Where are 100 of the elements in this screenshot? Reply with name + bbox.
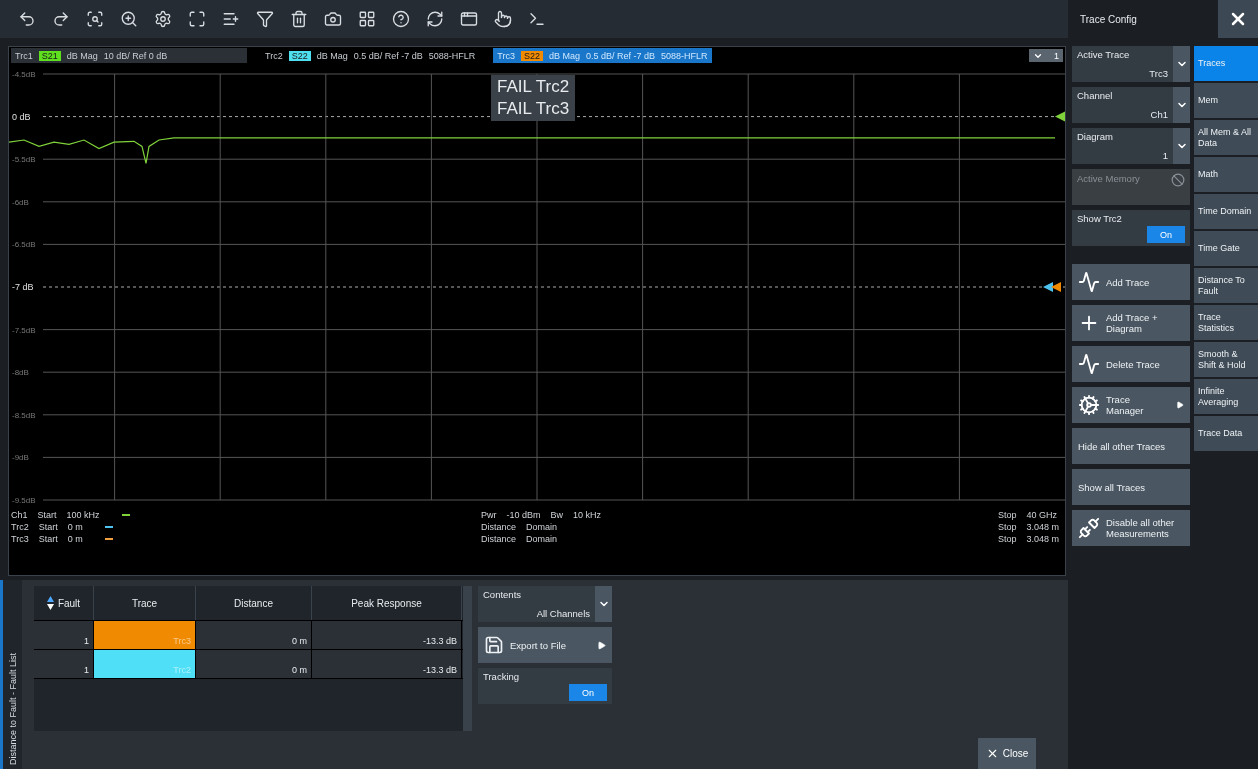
trace-format: dB Mag (316, 50, 348, 61)
stop-value: 3.048 m (1026, 534, 1059, 544)
toggle-switch[interactable]: On (1147, 226, 1185, 243)
softkey[interactable]: Math (1194, 157, 1258, 192)
trace-name: Trc1 (15, 50, 33, 61)
trace-tag[interactable]: Trc3 S22 dB Mag 0.5 dB/ Ref -7 dB 5088-HFLR (493, 48, 712, 63)
grid-label: -7 dB (12, 282, 34, 292)
dropdown-label: Channel (1077, 90, 1114, 101)
table-cell: -13.3 dB (312, 621, 462, 649)
table-cell: 1 (34, 650, 94, 678)
toggle-switch[interactable]: On (569, 684, 607, 701)
grid-label: -9.5dB (12, 496, 36, 505)
vertical-tab[interactable]: Distance to Fault - Fault List (0, 580, 22, 769)
trace-parameter: S22 (520, 50, 543, 61)
grid-label: -8dB (12, 368, 29, 378)
grid-label: -5.5dB (12, 155, 36, 165)
dropdown-label: Diagram (1077, 131, 1114, 142)
start-label: Start (38, 522, 58, 532)
start-value: 0 m (67, 522, 83, 532)
trace-format: dB Mag (66, 50, 98, 61)
table-cell: -13.3 dB (312, 650, 462, 678)
stop-value: 3.048 m (1026, 522, 1059, 532)
sweep-info: -10 dBm (506, 510, 541, 520)
close-button[interactable] (1218, 0, 1258, 38)
action-button[interactable]: Delete Trace (1072, 346, 1190, 382)
disabled-control: Active Memory (1072, 169, 1190, 205)
softkey[interactable]: All Mem & All Data (1194, 120, 1258, 155)
trace-scale: 0.5 dB/ Ref -7 dB (353, 50, 423, 61)
softkey[interactable]: Time Gate (1194, 231, 1258, 266)
trace-parameter: S21 (38, 50, 61, 61)
sweep-info: Distance (481, 534, 516, 544)
stop-label: Stop (997, 534, 1017, 544)
trace-tag[interactable]: Trc1 S21 dB Mag 10 dB/ Ref 0 dB (11, 48, 247, 63)
contents-dropdown[interactable]: Contents All Channels (478, 586, 612, 622)
trace-scale: 0.5 dB/ Ref -7 dB (586, 50, 656, 61)
dropdown-value: Ch1 (1150, 109, 1168, 120)
stop-label: Stop (997, 522, 1017, 532)
scrollbar[interactable] (463, 586, 472, 731)
sweep-info: Domain (526, 522, 558, 532)
start-label: Start (38, 534, 58, 544)
action-button[interactable]: Trace Manager (1072, 387, 1190, 423)
action-button[interactable]: Add Trace (1072, 264, 1190, 300)
softkey[interactable]: Time Domain (1194, 194, 1258, 229)
sweep-info: Domain (526, 534, 558, 544)
trace-tag[interactable]: Trc2 S22 dB Mag 0.5 dB/ Ref -7 dB 5088-HFLR (261, 48, 480, 63)
softkey[interactable]: Distance To Fault (1194, 268, 1258, 303)
softkey[interactable]: Mem (1194, 83, 1258, 118)
dropdown-value: Trc3 (1149, 68, 1168, 79)
dropdown-value: All Channels (536, 608, 590, 619)
toggle-label: Tracking (483, 671, 520, 684)
channel-label: Trc3 (11, 534, 29, 544)
toggle-label: Show Trc2 (1077, 213, 1122, 226)
start-label: Start (37, 510, 57, 520)
action-button[interactable]: Disable all other Measurements (1072, 510, 1190, 546)
channel-label: Trc2 (11, 522, 29, 532)
trace-format: dB Mag (549, 50, 580, 61)
save-icon (484, 635, 504, 655)
trace-name: Trc3 (497, 50, 515, 61)
trace-cell: Trc3 (94, 621, 196, 649)
play-icon (597, 640, 606, 650)
dropdown-value: 1 (1162, 150, 1168, 161)
sweep-info: Pwr (481, 510, 497, 520)
grid-label: -6dB (12, 197, 29, 207)
close-button[interactable]: Close (978, 738, 1036, 769)
softkey[interactable]: Traces (1194, 46, 1258, 81)
grid-label: -8.5dB (12, 410, 36, 420)
grid-label: -4.5dB (12, 70, 36, 79)
action-button[interactable]: Show all Traces (1072, 469, 1190, 505)
trace-scale: 10 dB/ Ref 0 dB (103, 50, 168, 61)
gear-icon (1078, 394, 1100, 416)
sort-icon (46, 596, 54, 610)
export-button[interactable]: Export to File (478, 627, 612, 663)
panel-title: Trace Config (1079, 13, 1138, 25)
softkey[interactable]: Infinite Averaging (1194, 379, 1258, 414)
channel-label: Ch1 (11, 510, 28, 520)
dropdown-label: Active Trace (1077, 49, 1131, 60)
reference-marker (1051, 282, 1061, 292)
trace-name: Trc2 (265, 50, 283, 61)
softkey[interactable]: Trace Statistics (1194, 305, 1258, 340)
dropdown[interactable]: Diagram 1 (1072, 128, 1190, 164)
fail-label: FAIL Trc2 (497, 77, 570, 97)
start-value: 0 m (67, 534, 83, 544)
grid-label: -6.5dB (12, 240, 36, 250)
softkey[interactable]: Smooth & Shift & Hold (1194, 342, 1258, 377)
softkey[interactable]: Trace Data (1194, 416, 1258, 451)
table-cell: 0 m (196, 650, 312, 678)
ban-icon (1171, 173, 1185, 187)
dropdown[interactable]: Channel Ch1 (1072, 87, 1190, 123)
trace-cell: Trc2 (94, 650, 196, 678)
reference-marker (1043, 282, 1053, 292)
action-button[interactable]: Add Trace + Diagram (1072, 305, 1190, 341)
table-cell: 0 m (196, 621, 312, 649)
action-button[interactable]: Hide all other Traces (1072, 428, 1190, 464)
sweep-info: Bw (550, 510, 564, 520)
grid-label: -9dB (12, 453, 29, 463)
sweep-info: Distance (481, 522, 516, 532)
dropdown[interactable]: Active Trace Trc3 (1072, 46, 1190, 82)
fail-label: FAIL Trc3 (497, 99, 570, 119)
diagram-menu-button[interactable]: 1 (1029, 49, 1063, 62)
cal-label: 5088-HFLR (428, 50, 476, 61)
